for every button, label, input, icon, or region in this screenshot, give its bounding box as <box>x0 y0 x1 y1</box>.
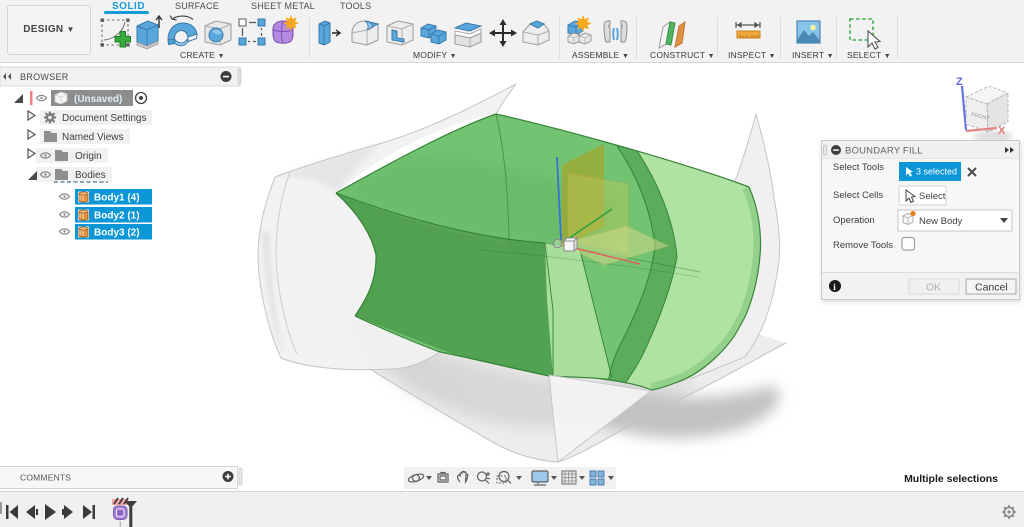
svg-text:Select Cells: Select Cells <box>833 190 883 201</box>
svg-text:Body1 (4): Body1 (4) <box>94 193 140 204</box>
svg-text:Origin: Origin <box>75 151 102 162</box>
svg-text:Named Views: Named Views <box>62 132 124 143</box>
svg-text:Select Tools: Select Tools <box>833 162 884 173</box>
svg-text:Body3 (2): Body3 (2) <box>94 228 140 239</box>
svg-text:(Unsaved): (Unsaved) <box>74 94 122 105</box>
svg-text:Operation: Operation <box>833 215 875 226</box>
svg-text:BOUNDARY FILL: BOUNDARY FILL <box>845 146 923 157</box>
svg-text:X: X <box>998 125 1006 137</box>
svg-text:New Body: New Body <box>919 216 963 227</box>
svg-text:3 selected: 3 selected <box>916 167 957 177</box>
svg-text:Remove Tools: Remove Tools <box>833 240 893 251</box>
svg-text:Select: Select <box>919 191 946 202</box>
svg-text:Z: Z <box>956 76 963 88</box>
svg-text:Bodies: Bodies <box>75 170 106 181</box>
svg-text:Cancel: Cancel <box>975 282 1008 294</box>
svg-text:Document Settings: Document Settings <box>62 113 147 124</box>
svg-text:Body2 (1): Body2 (1) <box>94 211 140 222</box>
svg-text:BROWSER: BROWSER <box>20 72 69 82</box>
svg-text:OK: OK <box>926 282 941 294</box>
